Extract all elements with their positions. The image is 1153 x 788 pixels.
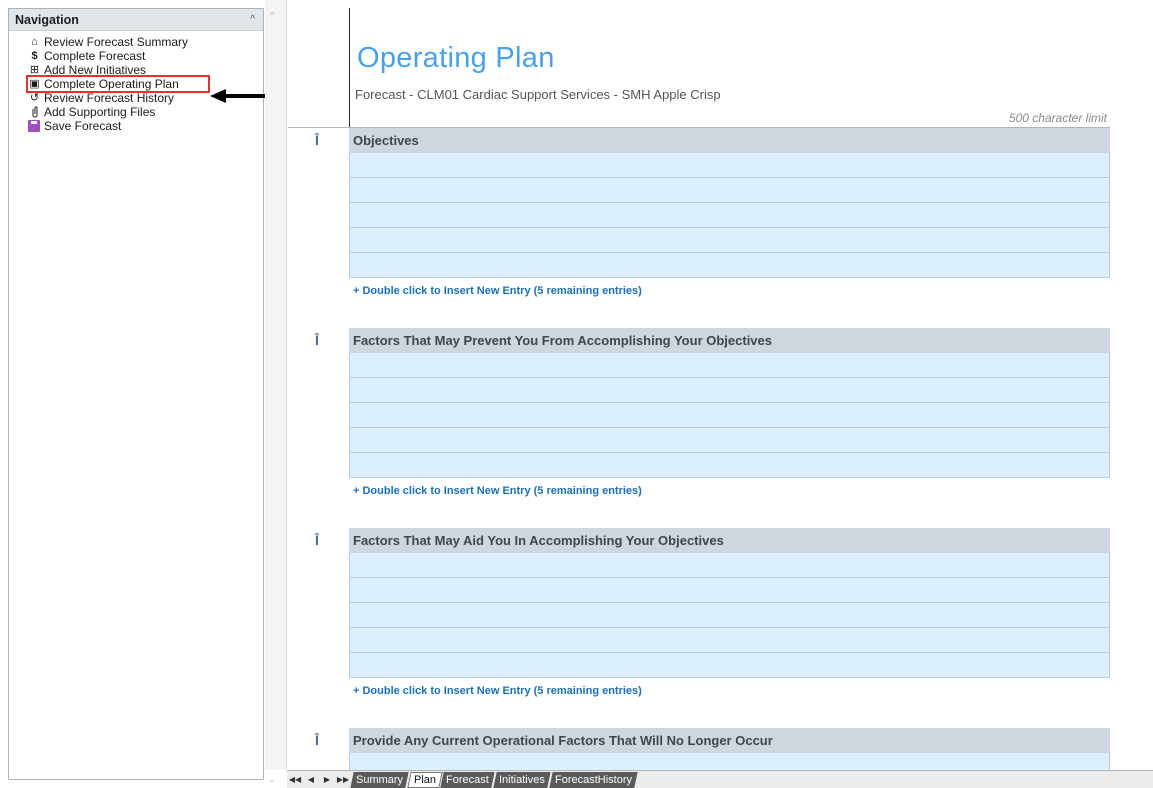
app-root: Navigation ^ ⌂ Review Forecast Summary $… xyxy=(0,0,1153,788)
nav-item-label: Save Forecast xyxy=(44,119,122,133)
entry-row[interactable] xyxy=(349,228,1110,253)
next-sheet-icon[interactable]: ▶ xyxy=(319,775,335,784)
chevron-up-icon[interactable]: ^ xyxy=(250,14,255,25)
nav-item-add-new-initiatives[interactable]: ⊞ Add New Initiatives xyxy=(28,63,263,77)
pane-splitter[interactable] xyxy=(265,0,287,770)
nav-item-add-supporting-files[interactable]: Add Supporting Files xyxy=(28,105,263,119)
insert-entry-link[interactable]: + Double click to Insert New Entry (5 re… xyxy=(349,678,1110,704)
section-header: Ī Factors That May Prevent You From Acco… xyxy=(315,328,1110,353)
nav-item-label: Complete Operating Plan xyxy=(44,77,179,91)
history-icon: ↺ xyxy=(29,91,40,104)
section-header-label: Objectives xyxy=(353,133,419,148)
collapse-marker-icon[interactable]: Ī xyxy=(315,732,319,748)
tab-label: Summary xyxy=(356,773,404,786)
insert-entry-link[interactable]: + Double click to Insert New Entry (5 re… xyxy=(349,478,1110,504)
tab-label: ForecastHistory xyxy=(554,773,632,786)
insert-entry-link[interactable]: + Double click to Insert New Entry (5 re… xyxy=(349,278,1110,304)
nav-item-label: Complete Forecast xyxy=(44,49,146,63)
chevron-down-icon[interactable]: ⌄ xyxy=(268,774,276,785)
entry-row[interactable] xyxy=(349,428,1110,453)
entry-row[interactable] xyxy=(349,178,1110,203)
first-sheet-icon[interactable]: ◀◀ xyxy=(287,775,303,784)
nav-item-complete-forecast[interactable]: $ Complete Forecast xyxy=(28,49,263,63)
entry-row[interactable] xyxy=(349,553,1110,578)
entry-row[interactable] xyxy=(349,603,1110,628)
dollar-icon: $ xyxy=(31,49,38,62)
navigation-pane: Navigation ^ ⌂ Review Forecast Summary $… xyxy=(8,8,264,780)
entry-row[interactable] xyxy=(349,578,1110,603)
navigation-list: ⌂ Review Forecast Summary $ Complete For… xyxy=(9,31,263,133)
nav-item-save-forecast[interactable]: Save Forecast xyxy=(28,119,263,133)
section-header-label: Factors That May Prevent You From Accomp… xyxy=(353,333,772,348)
nav-item-label: Add New Initiatives xyxy=(44,63,147,77)
entry-row[interactable] xyxy=(349,628,1110,653)
entry-row[interactable] xyxy=(349,453,1110,478)
last-sheet-icon[interactable]: ▶▶ xyxy=(335,775,351,784)
collapse-marker-icon[interactable]: Ī xyxy=(315,532,319,548)
plus-box-icon: ⊞ xyxy=(29,63,40,76)
section-header: Ī Provide Any Current Operational Factor… xyxy=(315,728,1110,753)
section-header: Ī Factors That May Aid You In Accomplish… xyxy=(315,528,1110,553)
book-icon: ▣ xyxy=(29,77,40,90)
entry-row[interactable] xyxy=(349,653,1110,678)
tab-label: Plan xyxy=(414,773,437,786)
tab-label: Initiatives xyxy=(498,773,545,786)
divider xyxy=(349,8,350,128)
tab-initiatives[interactable]: Initiatives xyxy=(493,771,552,788)
nav-item-review-forecast-summary[interactable]: ⌂ Review Forecast Summary xyxy=(28,35,263,49)
tab-forecasthistory[interactable]: ForecastHistory xyxy=(549,771,639,788)
sheet-tab-bar: ◀◀ ◀ ▶ ▶▶ Summary Plan Forecast Initiati… xyxy=(287,770,1153,788)
paperclip-icon xyxy=(28,106,41,119)
collapse-marker-icon[interactable]: Ī xyxy=(315,332,319,348)
nav-item-label: Review Forecast History xyxy=(44,91,175,105)
entry-row[interactable] xyxy=(349,353,1110,378)
tab-label: Forecast xyxy=(446,773,489,786)
section-objectives: Ī Objectives + Double click to Insert Ne… xyxy=(315,128,1110,304)
section-header-label: Factors That May Aid You In Accomplishin… xyxy=(353,533,724,548)
entry-row[interactable] xyxy=(349,378,1110,403)
tab-summary[interactable]: Summary xyxy=(350,771,410,788)
character-limit-note: 500 character limit xyxy=(1008,111,1107,125)
section-header-label: Provide Any Current Operational Factors … xyxy=(353,733,773,748)
tab-plan[interactable]: Plan xyxy=(407,771,443,788)
nav-item-complete-operating-plan[interactable]: ▣ Complete Operating Plan xyxy=(26,75,210,93)
section-header: Ī Objectives xyxy=(315,128,1110,153)
entry-row[interactable] xyxy=(349,203,1110,228)
prev-sheet-icon[interactable]: ◀ xyxy=(303,775,319,784)
nav-item-label: Review Forecast Summary xyxy=(44,35,189,49)
entry-row[interactable] xyxy=(349,403,1110,428)
entry-row[interactable] xyxy=(349,153,1110,178)
entry-row[interactable] xyxy=(349,253,1110,278)
collapse-marker-icon[interactable]: Ī xyxy=(315,132,319,148)
section-prevent-factors: Ī Factors That May Prevent You From Acco… xyxy=(315,328,1110,504)
nav-item-label: Add Supporting Files xyxy=(44,105,156,119)
save-icon xyxy=(28,120,40,132)
navigation-title: Navigation xyxy=(15,12,79,27)
navigation-header: Navigation ^ xyxy=(9,9,263,31)
tab-forecast[interactable]: Forecast xyxy=(440,771,496,788)
chevron-up-icon[interactable]: ^ xyxy=(270,10,274,20)
page-subtitle: Forecast - CLM01 Cardiac Support Service… xyxy=(355,87,721,102)
section-aid-factors: Ī Factors That May Aid You In Accomplish… xyxy=(315,528,1110,704)
page-title: Operating Plan xyxy=(357,42,555,74)
home-icon: ⌂ xyxy=(31,35,38,48)
